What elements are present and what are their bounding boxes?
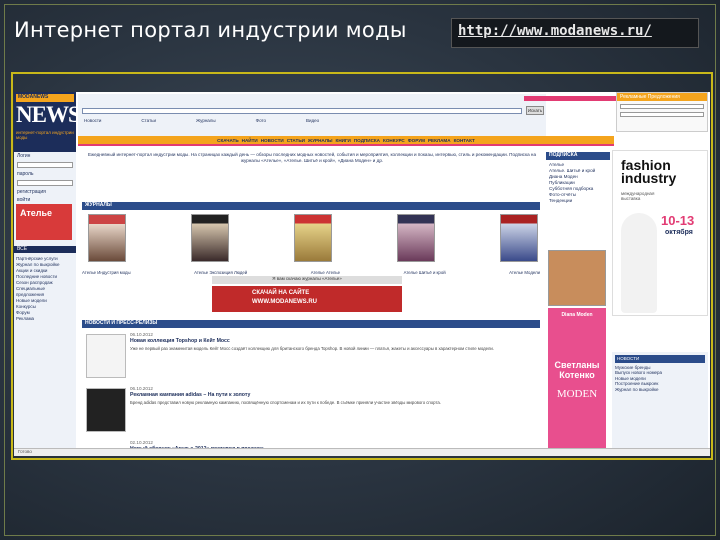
left-list: Партнёрские услуги Журнал по выкройке Ак… [16, 256, 74, 322]
atelier-ad[interactable]: Ателье [16, 204, 72, 240]
model-photo[interactable] [548, 250, 606, 306]
header: Искать Новости Статьи Журналы Фото Видео [78, 94, 546, 138]
nav-item[interactable]: СКАЧАТЬ [217, 138, 239, 143]
magazine-cover[interactable] [88, 214, 126, 262]
magazine-row [88, 214, 538, 268]
news-item: 06.10.2012 Рекламная кампания adidas – Н… [82, 386, 540, 438]
atelier-ad-text: Ателье [20, 208, 53, 218]
news-text: Уже не первый раз знаменитая модель Кейт… [130, 346, 494, 351]
left-sidebar: Логин пароль регистрация войти Ателье ВС… [14, 152, 76, 456]
radio-option[interactable]: Видео [306, 118, 319, 124]
nav-item[interactable]: ПОДПИСКА [354, 138, 380, 143]
magazine-label[interactable]: Ателье Модели [509, 270, 540, 275]
magazine-cover[interactable] [294, 214, 332, 262]
website-screenshot: MODANEWS NEWS интернет-портал индустрии … [14, 92, 710, 456]
url-text[interactable]: http://www.modanews.ru/ [458, 23, 652, 39]
search-button[interactable]: Искать [526, 106, 544, 115]
main-content: Ежедневный интернет-портал индустрии мод… [80, 152, 544, 456]
login-label: Логин [17, 153, 31, 159]
magazines-header: ЖУРНАЛЫ [82, 202, 540, 210]
enter-button[interactable]: войти [14, 196, 76, 204]
news-date: 06.10.2012 [130, 332, 153, 337]
download-caption: Я вам скачаю журналы «Ателье» [212, 276, 402, 284]
nav-item[interactable]: ЖУРНАЛЫ [308, 138, 333, 143]
nav-item[interactable]: РЕКЛАМА [428, 138, 451, 143]
intro-text: Ежедневный интернет-портал индустрии мод… [87, 152, 537, 163]
nav-item[interactable]: НОВОСТИ [261, 138, 284, 143]
radio-option[interactable]: Фото [256, 118, 266, 124]
banner-line-1: СКАЧАЙ НА САЙТЕ [252, 290, 310, 296]
magazine-cover[interactable] [191, 214, 229, 262]
magazine-label[interactable]: Ателье Индустрия моды [82, 270, 131, 275]
far-right-column: fashion industry международная выставка … [612, 146, 710, 456]
top-pink-bar [524, 96, 624, 101]
banner-line-2: WWW.MODANEWS.RU [252, 299, 317, 305]
field[interactable] [620, 112, 704, 117]
subscription-list: Ателье Ателье. Шитьё и крой Диана Моден … [546, 160, 610, 206]
nav-underline [78, 144, 614, 146]
field[interactable] [620, 104, 704, 109]
url-box[interactable]: http://www.modanews.ru/ [451, 18, 699, 48]
list-item[interactable]: Тенденции [549, 198, 607, 204]
password-label: пароль [17, 171, 34, 177]
list-item[interactable]: Журнал по выкройке [615, 387, 705, 393]
list-item[interactable]: Реклама [16, 316, 74, 322]
logo-top: MODANEWS [16, 94, 74, 102]
magazine-cover[interactable] [500, 214, 538, 262]
fashion-sketch [621, 213, 657, 313]
magazine-label[interactable]: Ателье Экспозиция Людей [194, 270, 247, 275]
nav-item[interactable]: ФОРУМ [408, 138, 425, 143]
download-banner[interactable]: СКАЧАЙ НА САЙТЕ WWW.MODANEWS.RU [212, 286, 402, 312]
magazine-label[interactable]: Ателье Ателье [311, 270, 340, 275]
radio-option[interactable]: Журналы [196, 118, 216, 124]
login-input[interactable] [17, 162, 73, 168]
search-options: Новости Статьи Журналы Фото Видео [84, 118, 544, 124]
site-logo[interactable]: MODANEWS NEWS интернет-портал индустрии … [14, 92, 81, 152]
promo-title[interactable]: Рекламные Предложения [617, 93, 707, 101]
radio-option[interactable]: Новости [84, 118, 101, 124]
slide-title: Интернет портал индустрии моды [14, 18, 407, 42]
search-input[interactable] [82, 108, 522, 114]
fashion-industry-ad[interactable]: fashion industry международная выставка … [612, 150, 708, 316]
nav-item[interactable]: КОНКУРС [383, 138, 405, 143]
subscription-header: ПОДПИСКА [546, 152, 610, 160]
main-nav: СКАЧАТЬ НАЙТИ НОВОСТИ СТАТЬИ ЖУРНАЛЫ КНИ… [78, 136, 614, 144]
news-item: 06.10.2012 Новая коллекция Topshop и Кей… [82, 332, 540, 384]
diana-moden-ad[interactable]: Diana Moden Светланы Котенко MODEN [548, 308, 606, 456]
left-section-head: ВСЕ [14, 246, 76, 253]
nav-item[interactable]: КОНТАКТ [454, 138, 475, 143]
news-date: 02.10.2012 [130, 440, 153, 445]
top-right-box: Рекламные Предложения [616, 92, 708, 132]
fashion-title: fashion industry [621, 157, 677, 186]
far-list-head: НОВОСТИ [615, 355, 705, 363]
news-title[interactable]: Рекламная кампания adidas – На пути к зо… [130, 392, 250, 398]
fashion-month: октября [665, 229, 693, 236]
fashion-dates: 10-13 [661, 213, 695, 228]
logo-news: NEWS [16, 102, 81, 127]
magazine-cover[interactable] [397, 214, 435, 262]
nav-item[interactable]: НАЙТИ [242, 138, 258, 143]
pink-ad-top: Diana Moden [561, 312, 593, 318]
magazine-labels: Ателье Индустрия моды Ателье Экспозиция … [82, 270, 540, 275]
pink-ad-name: Светланы Котенко [554, 360, 600, 380]
far-right-list: НОВОСТИ Мужские бренды Выпуск нового ном… [612, 352, 708, 456]
status-bar: Готово [14, 448, 710, 456]
news-image[interactable] [86, 388, 126, 432]
nav-item[interactable]: КНИГИ [336, 138, 351, 143]
right-sidebar: ПОДПИСКА Ателье Ателье. Шитьё и крой Диа… [546, 152, 610, 456]
logo-subtitle: интернет-портал индустрии моды [16, 130, 74, 140]
register-link[interactable]: регистрация [14, 188, 76, 196]
news-text: Бренд adidas представил новую рекламную … [130, 400, 441, 405]
news-date: 06.10.2012 [130, 386, 153, 391]
pink-ad-brand: MODEN [556, 388, 598, 400]
password-input[interactable] [17, 180, 73, 186]
fashion-subtitle: международная выставка [621, 191, 655, 201]
news-header: НОВОСТИ И ПРЕСС-РЕЛИЗЫ [82, 320, 540, 328]
magazine-label[interactable]: Ателье Шитьё и крой [404, 270, 446, 275]
radio-option[interactable]: Статьи [141, 118, 156, 124]
nav-item[interactable]: СТАТЬИ [287, 138, 305, 143]
list-item[interactable]: Специальные предложения [16, 286, 74, 298]
news-image[interactable] [86, 334, 126, 378]
news-title[interactable]: Новая коллекция Topshop и Кейт Мосс [130, 338, 230, 344]
